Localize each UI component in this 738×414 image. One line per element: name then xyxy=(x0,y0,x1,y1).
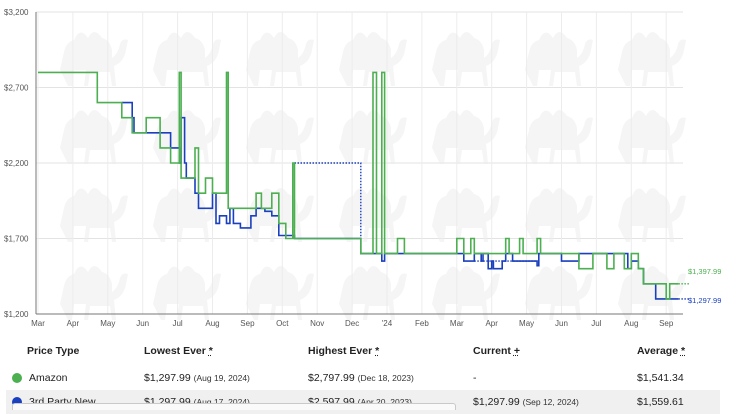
current-cell: $1,297.99 (Sep 12, 2024) xyxy=(473,396,637,408)
x-tick-label: May xyxy=(100,319,115,328)
x-tick-label: May xyxy=(519,319,534,328)
x-tick-label: Aug xyxy=(205,319,219,328)
camel-watermark-icon xyxy=(618,266,686,320)
x-tick-label: '24 xyxy=(382,319,393,328)
current-price: - xyxy=(473,372,477,384)
camel-watermark-icon xyxy=(153,110,221,164)
header-lowest-star[interactable]: * xyxy=(209,345,213,357)
camel-watermark-icon xyxy=(60,32,128,86)
y-tick-label: $1,200 xyxy=(4,310,29,319)
current-date: (Sep 12, 2024) xyxy=(522,397,579,407)
x-tick-label: Jul xyxy=(591,319,601,328)
camel-watermark-icon xyxy=(60,110,128,164)
highest-date: (Dec 18, 2023) xyxy=(357,373,414,383)
camel-watermark-icon xyxy=(153,266,221,320)
table-row[interactable]: Amazon $1,297.99 (Aug 19, 2024) $2,797.9… xyxy=(6,366,720,390)
third-party-new-end-label: $1,297.99 xyxy=(688,296,721,305)
header-average[interactable]: Average * xyxy=(637,345,720,357)
x-tick-label: Jun xyxy=(555,319,568,328)
header-highest-label: Highest Ever xyxy=(308,345,373,357)
header-lowest-ever[interactable]: Lowest Ever * xyxy=(144,345,308,357)
camel-watermark-icon xyxy=(153,32,221,86)
table-row[interactable]: 3rd Party New $1,297.99 (Aug 17, 2024) $… xyxy=(6,390,720,414)
x-tick-label: Apr xyxy=(67,319,80,328)
header-lowest-label: Lowest Ever xyxy=(144,345,206,357)
chart-series xyxy=(38,71,689,300)
amazon-series-line xyxy=(38,71,679,300)
camel-watermark-icon xyxy=(618,110,686,164)
overlay-panel-edge xyxy=(12,403,456,410)
header-highest-ever[interactable]: Highest Ever * xyxy=(308,345,473,357)
header-current-label: Current xyxy=(473,345,511,357)
camel-watermark-icon xyxy=(618,188,686,242)
lowest-cell: $1,297.99 (Aug 19, 2024) xyxy=(144,372,308,384)
camel-watermark-icon xyxy=(525,188,593,242)
camel-watermark-icon xyxy=(246,32,314,86)
x-tick-label: Jul xyxy=(172,319,182,328)
camel-watermark-icon xyxy=(246,110,314,164)
lowest-price: $1,297.99 xyxy=(144,372,191,384)
camel-watermark-icon xyxy=(432,32,500,86)
x-tick-label: Mar xyxy=(450,319,464,328)
header-average-label: Average xyxy=(637,345,679,357)
camel-watermark-icon xyxy=(525,110,593,164)
x-tick-label: Jun xyxy=(136,319,149,328)
table-header-row: Price Type Lowest Ever * Highest Ever * … xyxy=(6,336,720,366)
x-tick-label: Oct xyxy=(276,319,289,328)
price-history-chart: $3,200$2,700$2,200$1,700$1,200Mar Apr May J… xyxy=(4,8,721,328)
average-cell: $1,559.61 xyxy=(637,396,684,408)
x-tick-label: Aug xyxy=(624,319,638,328)
y-tick-label: $1,700 xyxy=(4,235,29,244)
y-tick-label: $2,200 xyxy=(4,159,29,168)
current-price: $1,297.99 xyxy=(473,396,520,408)
camel-watermark-icon xyxy=(60,188,128,242)
amazon-legend-dot xyxy=(12,373,22,383)
camel-watermark-icon xyxy=(60,266,128,320)
x-tick-label: Feb xyxy=(415,319,429,328)
current-cell: - xyxy=(473,372,637,384)
x-tick-label: Apr xyxy=(485,319,498,328)
camel-watermark-icon xyxy=(153,188,221,242)
x-tick-label: Sep xyxy=(240,319,255,328)
y-tick-label: $3,200 xyxy=(4,8,29,17)
camel-watermark-icon xyxy=(618,32,686,86)
header-price-type: Price Type xyxy=(27,345,80,357)
y-tick-label: $2,700 xyxy=(4,84,29,93)
highest-price: $2,797.99 xyxy=(308,372,355,384)
lowest-date: (Aug 19, 2024) xyxy=(193,373,250,383)
average-cell: $1,541.34 xyxy=(637,372,684,384)
x-tick-label: Sep xyxy=(659,319,674,328)
camel-watermark-icon xyxy=(525,32,593,86)
x-tick-label: Dec xyxy=(345,319,359,328)
header-current-plus[interactable]: + xyxy=(514,345,520,357)
camel-watermark-icon xyxy=(432,110,500,164)
header-average-star[interactable]: * xyxy=(681,345,685,357)
camel-watermark-icon xyxy=(525,266,593,320)
amazon-end-label: $1,397.99 xyxy=(688,267,721,276)
x-tick-label: Mar xyxy=(31,319,45,328)
header-highest-star[interactable]: * xyxy=(375,345,379,357)
camel-watermark-icon xyxy=(246,266,314,320)
x-tick-label: Nov xyxy=(310,319,324,328)
price-type-name: Amazon xyxy=(29,372,68,384)
camel-watermark-icon xyxy=(432,188,500,242)
price-type-cell: Amazon xyxy=(6,372,144,384)
header-current[interactable]: Current + xyxy=(473,345,637,357)
highest-cell: $2,797.99 (Dec 18, 2023) xyxy=(308,372,473,384)
camel-watermark-icon xyxy=(432,266,500,320)
camel-watermark-icon xyxy=(339,266,407,320)
